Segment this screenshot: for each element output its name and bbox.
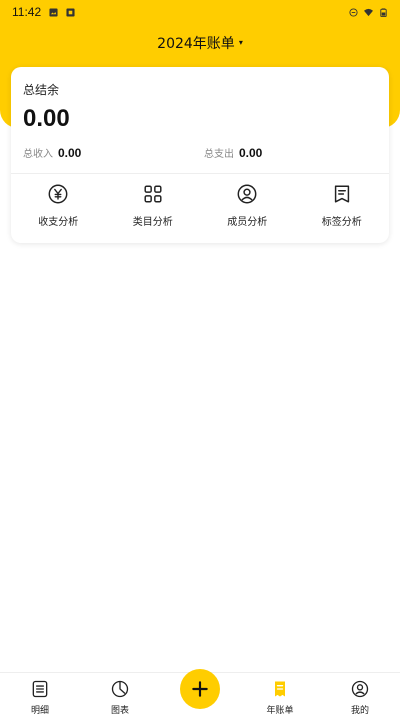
analysis-tag[interactable]: 标签分析	[295, 183, 390, 235]
analysis-row: 收支分析 类目分析 成员分析 标签分析	[11, 183, 389, 235]
summary-card: 总结余 0.00 总收入 0.00 总支出 0.00 收支分析 类目分析 成员分…	[11, 67, 389, 243]
income-label: 总收入	[23, 149, 53, 160]
list-icon	[32, 680, 48, 698]
expense-value: 0.00	[239, 146, 263, 160]
nav-item-charts[interactable]: 图表	[80, 673, 160, 720]
battery-icon	[380, 7, 387, 17]
profile-icon	[351, 680, 369, 698]
nav-label: 明细	[30, 706, 49, 716]
analysis-member[interactable]: 成员分析	[200, 183, 295, 235]
status-bar: 11:42	[0, 0, 400, 24]
dropdown-caret-icon: ▾	[238, 37, 243, 47]
status-time: 11:42	[12, 5, 42, 19]
expense-label: 总支出	[204, 149, 234, 160]
balance-value: 0.00	[23, 105, 70, 132]
bill-icon	[275, 681, 285, 697]
plus-icon	[192, 681, 208, 697]
nav-label: 我的	[350, 706, 369, 716]
image-notification-icon	[49, 7, 58, 17]
expense-summary: 总支出 0.00	[204, 145, 262, 160]
income-value: 0.00	[58, 146, 82, 160]
analysis-label: 标签分析	[321, 217, 362, 228]
nav-item-year-bill[interactable]: 年账单	[240, 673, 320, 720]
analysis-label: 收支分析	[38, 217, 79, 228]
nav-item-mine[interactable]: 我的	[320, 673, 400, 720]
tag-receipt-icon	[334, 185, 349, 203]
analysis-label: 类目分析	[132, 217, 173, 228]
year-bill-selector[interactable]: 2024年账单 ▾	[0, 32, 400, 54]
wifi-icon	[364, 8, 373, 16]
card-divider	[11, 173, 389, 174]
nav-item-details[interactable]: 明细	[0, 673, 80, 720]
dnd-icon	[349, 7, 358, 17]
income-summary: 总收入 0.00	[23, 145, 81, 160]
user-circle-icon	[237, 184, 257, 204]
analysis-category[interactable]: 类目分析	[106, 183, 201, 235]
balance-label: 总结余	[23, 83, 60, 97]
analysis-income-expense[interactable]: 收支分析	[11, 183, 106, 235]
add-record-button[interactable]	[180, 669, 220, 709]
analysis-label: 成员分析	[227, 217, 268, 228]
pie-chart-icon	[111, 680, 129, 698]
nav-label: 年账单	[266, 706, 294, 716]
app-notification-icon	[66, 7, 75, 17]
yen-circle-icon	[48, 184, 68, 204]
grid-icon	[144, 185, 162, 203]
page-title: 2024年账单	[157, 36, 235, 52]
nav-label: 图表	[110, 706, 129, 716]
